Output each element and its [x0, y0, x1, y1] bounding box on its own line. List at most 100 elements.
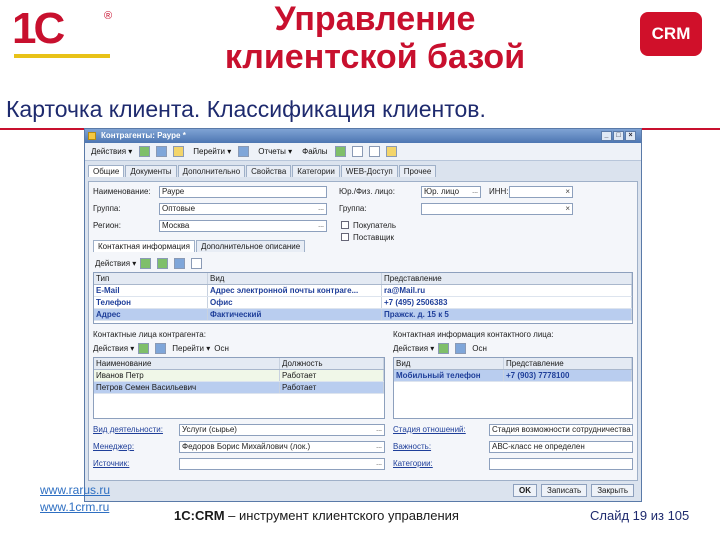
group-field[interactable]: Оптовые...: [159, 203, 327, 215]
add-row-icon[interactable]: [140, 258, 152, 269]
contact-actions-menu[interactable]: Действия ▾: [95, 259, 136, 268]
source-link[interactable]: Источник:: [93, 459, 129, 468]
report-icon[interactable]: [238, 146, 250, 157]
name-label: Наименование:: [93, 187, 151, 196]
manager-link[interactable]: Менеджер:: [93, 442, 134, 451]
inn-label: ИНН:: [489, 187, 509, 196]
activity-link[interactable]: Вид деятельности:: [93, 425, 163, 434]
person-contact-info-label: Контактная информация контактного лица:: [393, 330, 554, 339]
select-dots-icon[interactable]: ...: [376, 442, 382, 452]
contact-persons-table: Наименование Должность Иванов Петр Работ…: [93, 357, 385, 419]
goto-menu[interactable]: Перейти ▾: [190, 145, 234, 159]
table-row[interactable]: Телефон Офис +7 (495) 2506383: [94, 297, 632, 309]
col-position[interactable]: Должность: [280, 358, 384, 369]
region-field[interactable]: Москва...: [159, 220, 327, 232]
col-representation[interactable]: Представление: [504, 358, 632, 369]
tab-contact-info[interactable]: Контактная информация: [93, 240, 195, 252]
cell-type: E-Mail: [94, 285, 208, 296]
rarus-link[interactable]: www.rarus.ru: [40, 482, 110, 499]
select-dots-icon[interactable]: ...: [472, 187, 478, 197]
activity-field[interactable]: Услуги (сырье)...: [179, 424, 385, 436]
tab-additional[interactable]: Дополнительно: [177, 165, 246, 177]
edit-row-icon[interactable]: [174, 258, 186, 269]
buyer-checkbox[interactable]: [341, 221, 349, 229]
tab-properties[interactable]: Свойства: [246, 165, 292, 177]
categories-link[interactable]: Категории:: [393, 459, 433, 468]
col-type[interactable]: Тип: [94, 273, 208, 284]
stage-field[interactable]: Стадия возможности сотрудничества: [489, 424, 633, 436]
add-icon[interactable]: [139, 146, 151, 157]
contact-subtabs: Контактная информация Дополнительное опи…: [93, 240, 306, 252]
mail-icon[interactable]: [368, 146, 380, 157]
person-info-actions-menu[interactable]: Действия ▾: [393, 344, 434, 353]
tab-documents[interactable]: Документы: [125, 165, 177, 177]
persons-goto-menu[interactable]: Перейти ▾: [172, 344, 210, 353]
copy-row-icon[interactable]: [157, 258, 169, 269]
slide-title: Управление клиентской базой: [140, 0, 610, 76]
edit-person-icon[interactable]: [155, 343, 167, 354]
minimize-button[interactable]: _: [601, 131, 612, 141]
table-row-selected[interactable]: Адрес Фактический Пражск. д. 15 к 5: [94, 309, 632, 321]
add-person-icon[interactable]: [138, 343, 150, 354]
print-icon[interactable]: [351, 146, 363, 157]
table-row[interactable]: E-Mail Адрес электронной почты контраге.…: [94, 285, 632, 297]
manager-field[interactable]: Федоров Борис Михайлович (лок.)...: [179, 441, 385, 453]
importance-field[interactable]: АВС-класс не определен: [489, 441, 633, 453]
col-representation[interactable]: Представление: [382, 273, 632, 284]
tab-web-access[interactable]: WEB-Доступ: [340, 165, 398, 177]
col-kind[interactable]: Вид: [208, 273, 382, 284]
cell-person-name: Иванов Петр: [94, 370, 280, 381]
ok-button[interactable]: OK: [513, 483, 537, 497]
stage-link[interactable]: Стадия отношений:: [393, 425, 466, 434]
legal-form-field[interactable]: Юр. лицо...: [421, 186, 481, 198]
refresh-icon[interactable]: [334, 146, 346, 157]
save-icon[interactable]: [156, 146, 168, 157]
save-button[interactable]: Записать: [541, 483, 588, 497]
categories-field[interactable]: [489, 458, 633, 470]
legal-form-value: Юр. лицо: [424, 187, 460, 196]
edit-info-icon[interactable]: [455, 343, 467, 354]
cell-kind: Офис: [208, 297, 382, 308]
select-dots-icon[interactable]: ...: [318, 221, 324, 231]
tab-other[interactable]: Прочее: [398, 165, 437, 177]
name-field[interactable]: Рауре: [159, 186, 327, 198]
select-dots-icon[interactable]: ...: [376, 459, 382, 469]
table-row-selected[interactable]: Петров Семен Васильевич Работает: [94, 382, 384, 394]
activity-value: Услуги (сырье): [182, 425, 237, 434]
close-window-button[interactable]: Закрыть: [591, 483, 634, 497]
clear-icon[interactable]: ×: [565, 204, 570, 214]
col-person-name[interactable]: Наименование: [94, 358, 280, 369]
add-info-icon[interactable]: [438, 343, 450, 354]
delete-row-icon[interactable]: [191, 258, 203, 269]
subgroup-field[interactable]: ×: [421, 203, 573, 215]
source-field[interactable]: ...: [179, 458, 385, 470]
clear-icon[interactable]: ×: [565, 187, 570, 197]
col-kind[interactable]: Вид: [394, 358, 504, 369]
contact-toolbar: Действия ▾: [95, 257, 204, 270]
table-header: Тип Вид Представление: [94, 273, 632, 285]
importance-link[interactable]: Важность:: [393, 442, 431, 451]
supplier-checkbox[interactable]: [341, 233, 349, 241]
1crm-link[interactable]: www.1crm.ru: [40, 499, 110, 516]
table-row[interactable]: Иванов Петр Работает: [94, 370, 384, 382]
footer-tagline-text: – инструмент клиентского управления: [224, 508, 459, 523]
help-icon[interactable]: [385, 146, 397, 157]
persons-actions-menu[interactable]: Действия ▾: [93, 344, 134, 353]
tab-categories[interactable]: Категории: [292, 165, 340, 177]
person-info-main-button[interactable]: Осн: [472, 344, 487, 353]
inn-field[interactable]: ×: [509, 186, 573, 198]
reports-menu[interactable]: Отчеты ▾: [255, 145, 295, 159]
tab-general[interactable]: Общие: [88, 165, 125, 177]
window-titlebar[interactable]: Контрагенты: Рауре * _ □ ×: [85, 129, 641, 143]
actions-menu[interactable]: Действия ▾: [88, 145, 135, 159]
select-dots-icon[interactable]: ...: [318, 204, 324, 214]
close-button[interactable]: ×: [625, 131, 636, 141]
maximize-button[interactable]: □: [613, 131, 624, 141]
table-row-selected[interactable]: Мобильный телефон +7 (903) 7778100: [394, 370, 632, 382]
tab-extra-description[interactable]: Дополнительное описание: [195, 240, 306, 252]
cell-kind: Мобильный телефон: [394, 370, 504, 381]
persons-main-button[interactable]: Осн: [214, 344, 229, 353]
files-button[interactable]: Файлы: [299, 145, 330, 159]
select-dots-icon[interactable]: ...: [376, 425, 382, 435]
structure-icon[interactable]: [173, 146, 185, 157]
